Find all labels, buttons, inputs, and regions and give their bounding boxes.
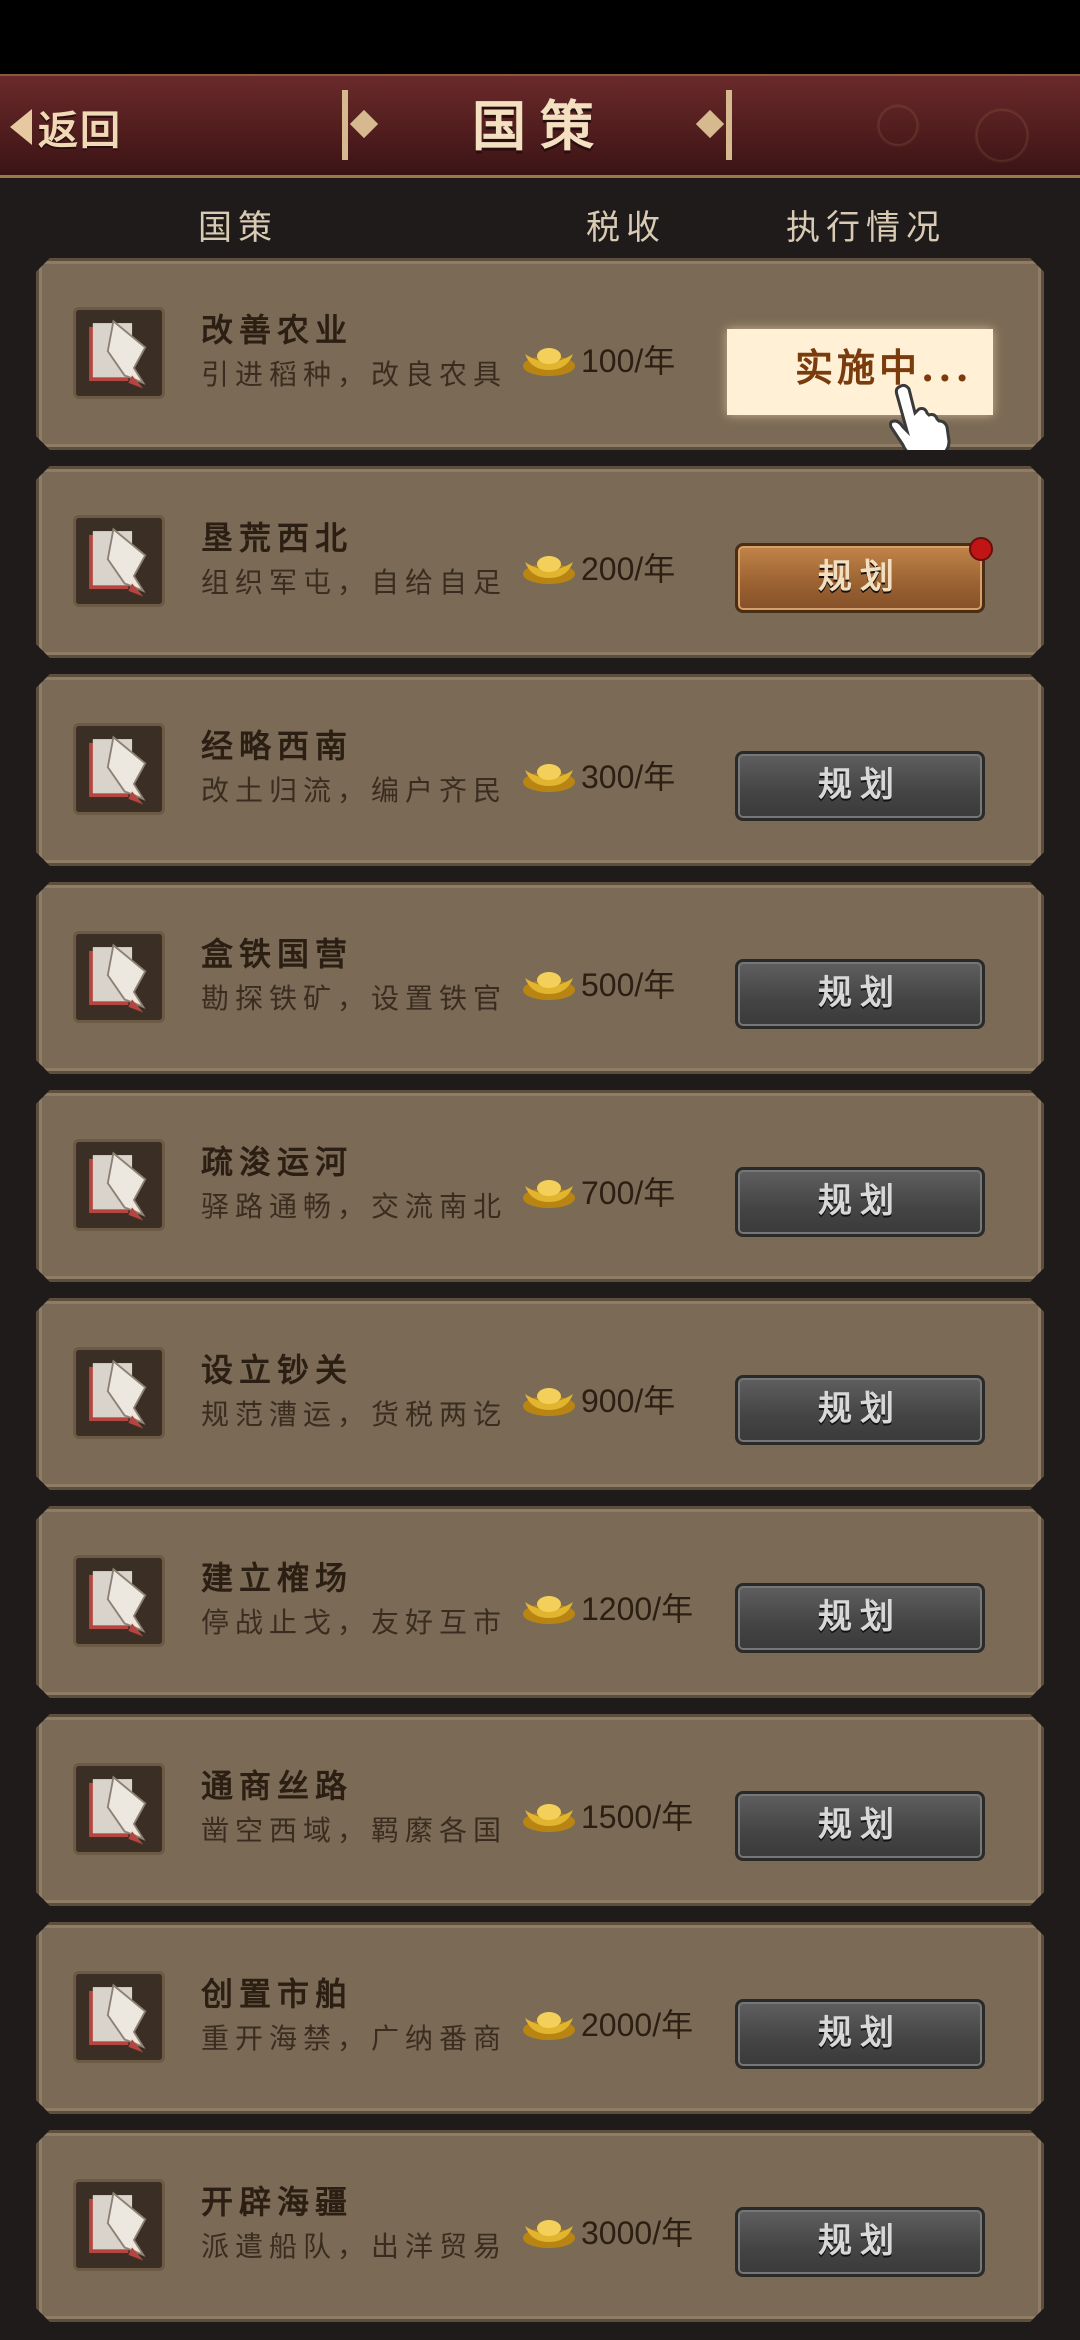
- policy-list: 改善农业 引进稻种，改良农具 100/年 实施中... 垦荒西北 组织军屯，自给…: [36, 258, 1044, 2338]
- book-scroll-icon: [73, 1139, 165, 1231]
- plan-button[interactable]: 规划: [735, 1999, 985, 2069]
- tax-value: 1500/年: [581, 1799, 694, 1835]
- notification-dot: [969, 537, 993, 561]
- tax-value: 2000/年: [581, 2007, 694, 2043]
- policy-desc: 组织军屯，自给自足: [201, 566, 508, 599]
- column-header-status: 执行情况: [786, 208, 946, 248]
- policy-desc: 引进稻种，改良农具: [201, 358, 508, 391]
- book-scroll-icon: [73, 515, 165, 607]
- gold-ingot-icon: [521, 2212, 577, 2250]
- policy-desc: 重开海禁，广纳番商: [201, 2022, 508, 2055]
- plan-button[interactable]: 规划: [735, 751, 985, 821]
- column-header-policy: 国策: [198, 208, 278, 248]
- policy-row: 开辟海疆 派遣船队，出洋贸易 3000/年 规划: [36, 2130, 1044, 2322]
- title-ornament-left: [340, 90, 379, 160]
- plan-button[interactable]: 规划: [735, 543, 985, 613]
- policy-desc: 凿空西域，羁縻各国: [201, 1814, 508, 1847]
- plan-button[interactable]: 规划: [735, 1791, 985, 1861]
- gold-ingot-icon: [521, 756, 577, 794]
- plan-button[interactable]: 规划: [735, 1167, 985, 1237]
- policy-tax: 3000/年: [521, 2211, 693, 2251]
- policy-desc: 规范漕运，货税两讫: [201, 1398, 508, 1431]
- policy-tax: 900/年: [521, 1379, 675, 1419]
- header-bar: 国策 返回: [0, 74, 1080, 178]
- book-scroll-icon: [73, 307, 165, 399]
- gold-ingot-icon: [521, 1588, 577, 1626]
- policy-desc: 停战止戈，友好互市: [201, 1606, 508, 1639]
- policy-row: 通商丝路 凿空西域，羁縻各国 1500/年 规划: [36, 1714, 1044, 1906]
- hand-pointer-icon: [879, 379, 959, 459]
- back-button[interactable]: 返回: [10, 96, 160, 158]
- policy-row: 设立钞关 规范漕运，货税两讫 900/年 规划: [36, 1298, 1044, 1490]
- gold-ingot-icon: [521, 1796, 577, 1834]
- plan-button[interactable]: 规划: [735, 2207, 985, 2277]
- policy-name: 盒铁国营: [201, 935, 354, 973]
- policy-desc: 改土归流，编户齐民: [201, 774, 508, 807]
- tax-value: 900/年: [581, 1383, 676, 1419]
- plan-button[interactable]: 规划: [735, 1375, 985, 1445]
- gold-ingot-icon: [521, 1380, 577, 1418]
- tax-value: 1200/年: [581, 1591, 694, 1627]
- tax-value: 3000/年: [581, 2215, 694, 2251]
- column-header-tax: 税收: [586, 208, 666, 248]
- policy-desc: 驿路通畅，交流南北: [201, 1190, 508, 1223]
- plan-button[interactable]: 规划: [735, 1583, 985, 1653]
- policy-name: 建立榷场: [201, 1559, 354, 1597]
- gold-ingot-icon: [521, 548, 577, 586]
- book-scroll-icon: [73, 1763, 165, 1855]
- policy-name: 改善农业: [201, 311, 354, 349]
- title-ornament-right: [695, 90, 734, 160]
- policy-desc: 派遣船队，出洋贸易: [201, 2230, 508, 2263]
- tax-value: 700/年: [581, 1175, 676, 1211]
- policy-row: 经略西南 改土归流，编户齐民 300/年 规划: [36, 674, 1044, 866]
- policy-name: 经略西南: [201, 727, 354, 765]
- tax-value: 300/年: [581, 759, 676, 795]
- book-scroll-icon: [73, 723, 165, 815]
- tax-value: 500/年: [581, 967, 676, 1003]
- policy-tax: 700/年: [521, 1171, 675, 1211]
- policy-row: 改善农业 引进稻种，改良农具 100/年 实施中...: [36, 258, 1044, 450]
- policy-tax: 500/年: [521, 963, 675, 1003]
- back-label: 返回: [38, 107, 122, 154]
- policy-tax: 1200/年: [521, 1587, 693, 1627]
- policy-tax: 2000/年: [521, 2003, 693, 2043]
- policy-tax: 200/年: [521, 547, 675, 587]
- tax-value: 200/年: [581, 551, 676, 587]
- policy-row: 盒铁国营 勘探铁矿，设置铁官 500/年 规划: [36, 882, 1044, 1074]
- policy-name: 创置市舶: [201, 1975, 354, 2013]
- policy-tax: 1500/年: [521, 1795, 693, 1835]
- book-scroll-icon: [73, 1555, 165, 1647]
- status-bar: [0, 0, 1080, 74]
- policy-desc: 勘探铁矿，设置铁官: [201, 982, 508, 1015]
- policy-name: 疏浚运河: [201, 1143, 354, 1181]
- page-title: 国策: [472, 94, 608, 158]
- policy-name: 通商丝路: [201, 1767, 354, 1805]
- gold-ingot-icon: [521, 964, 577, 1002]
- policy-name: 设立钞关: [201, 1351, 354, 1389]
- gold-ingot-icon: [521, 2004, 577, 2042]
- policy-tax: 300/年: [521, 755, 675, 795]
- policy-row: 疏浚运河 驿路通畅，交流南北 700/年 规划: [36, 1090, 1044, 1282]
- policy-row: 创置市舶 重开海禁，广纳番商 2000/年 规划: [36, 1922, 1044, 2114]
- policy-name: 垦荒西北: [201, 519, 354, 557]
- policy-row: 垦荒西北 组织军屯，自给自足 200/年 规划: [36, 466, 1044, 658]
- book-scroll-icon: [73, 2179, 165, 2271]
- book-scroll-icon: [73, 1971, 165, 2063]
- back-arrow-icon: [10, 109, 32, 145]
- policy-tax: 100/年: [521, 339, 675, 379]
- book-scroll-icon: [73, 931, 165, 1023]
- policy-row: 建立榷场 停战止戈，友好互市 1200/年 规划: [36, 1506, 1044, 1698]
- gold-ingot-icon: [521, 1172, 577, 1210]
- plan-button[interactable]: 规划: [735, 959, 985, 1029]
- gold-ingot-icon: [521, 340, 577, 378]
- book-scroll-icon: [73, 1347, 165, 1439]
- tax-value: 100/年: [581, 343, 676, 379]
- policy-name: 开辟海疆: [201, 2183, 354, 2221]
